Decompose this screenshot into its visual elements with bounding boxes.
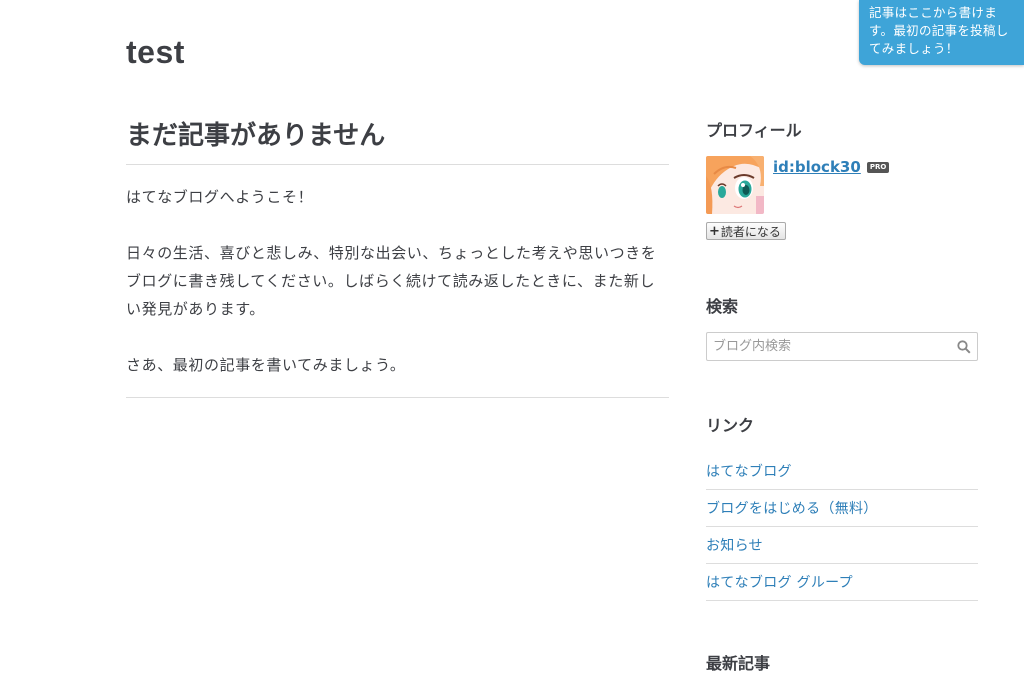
profile-module: プロフィール id:block30 PRO + 読者になる [706, 118, 978, 240]
recent-posts-title: 最新記事 [706, 654, 771, 673]
list-item: はてなブログ グループ [706, 564, 978, 601]
profile-module-title: プロフィール [706, 121, 802, 140]
link-start-blog[interactable]: ブログをはじめる（無料） [706, 498, 878, 518]
blog-title[interactable]: test [126, 34, 185, 71]
search-input[interactable] [707, 333, 951, 360]
plus-icon: + [709, 223, 720, 239]
profile: id:block30 PRO [706, 156, 978, 214]
search-icon[interactable] [951, 333, 977, 360]
subscribe-button[interactable]: + 読者になる [706, 222, 786, 240]
search-box [706, 332, 978, 361]
recent-posts-module: 最新記事 [706, 651, 978, 677]
link-hatena-blog[interactable]: はてなブログ [706, 461, 792, 481]
entry-paragraph: 日々の生活、喜びと悲しみ、特別な出会い、ちょっとした考えや思いつきをブログに書き… [126, 244, 657, 318]
profile-meta: id:block30 PRO [773, 158, 890, 176]
list-item: はてなブログ [706, 453, 978, 490]
entry-title: まだ記事がありません [126, 118, 669, 165]
entry-paragraph: さあ、最初の記事を書いてみましょう。 [126, 356, 406, 374]
pro-badge: PRO [866, 161, 890, 173]
links-module: リンク はてなブログ ブログをはじめる（無料） お知らせ はてなブログ グループ [706, 413, 978, 601]
link-blog-group[interactable]: はてなブログ グループ [706, 572, 853, 592]
search-module-title: 検索 [706, 297, 739, 316]
entry-body: はてなブログへようこそ！ 日々の生活、喜びと悲しみ、特別な出会い、ちょっとした考… [126, 165, 669, 398]
subscribe-label: 読者になる [720, 224, 781, 239]
write-post-tooltip[interactable]: 記事はここから書けます。最初の記事を投稿してみましょう！ [859, 0, 1024, 65]
avatar[interactable] [706, 156, 764, 214]
blog-page: test まだ記事がありません はてなブログへようこそ！ 日々の生活、喜びと悲し… [0, 0, 1024, 696]
entry-paragraph: はてなブログへようこそ！ [126, 188, 314, 206]
avatar-image [706, 156, 764, 214]
search-module: 検索 [706, 294, 978, 361]
profile-id-link[interactable]: id:block30 [773, 158, 861, 176]
link-news[interactable]: お知らせ [706, 535, 763, 555]
main-column: まだ記事がありません はてなブログへようこそ！ 日々の生活、喜びと悲しみ、特別な… [126, 118, 669, 398]
list-item: お知らせ [706, 527, 978, 564]
sidebar: プロフィール id:block30 PRO + 読者になる 検索 ブログ内検索 … [706, 118, 978, 677]
list-item: ブログをはじめる（無料） [706, 490, 978, 527]
link-list: はてなブログ ブログをはじめる（無料） お知らせ はてなブログ グループ [706, 453, 978, 601]
links-module-title: リンク [706, 416, 755, 435]
